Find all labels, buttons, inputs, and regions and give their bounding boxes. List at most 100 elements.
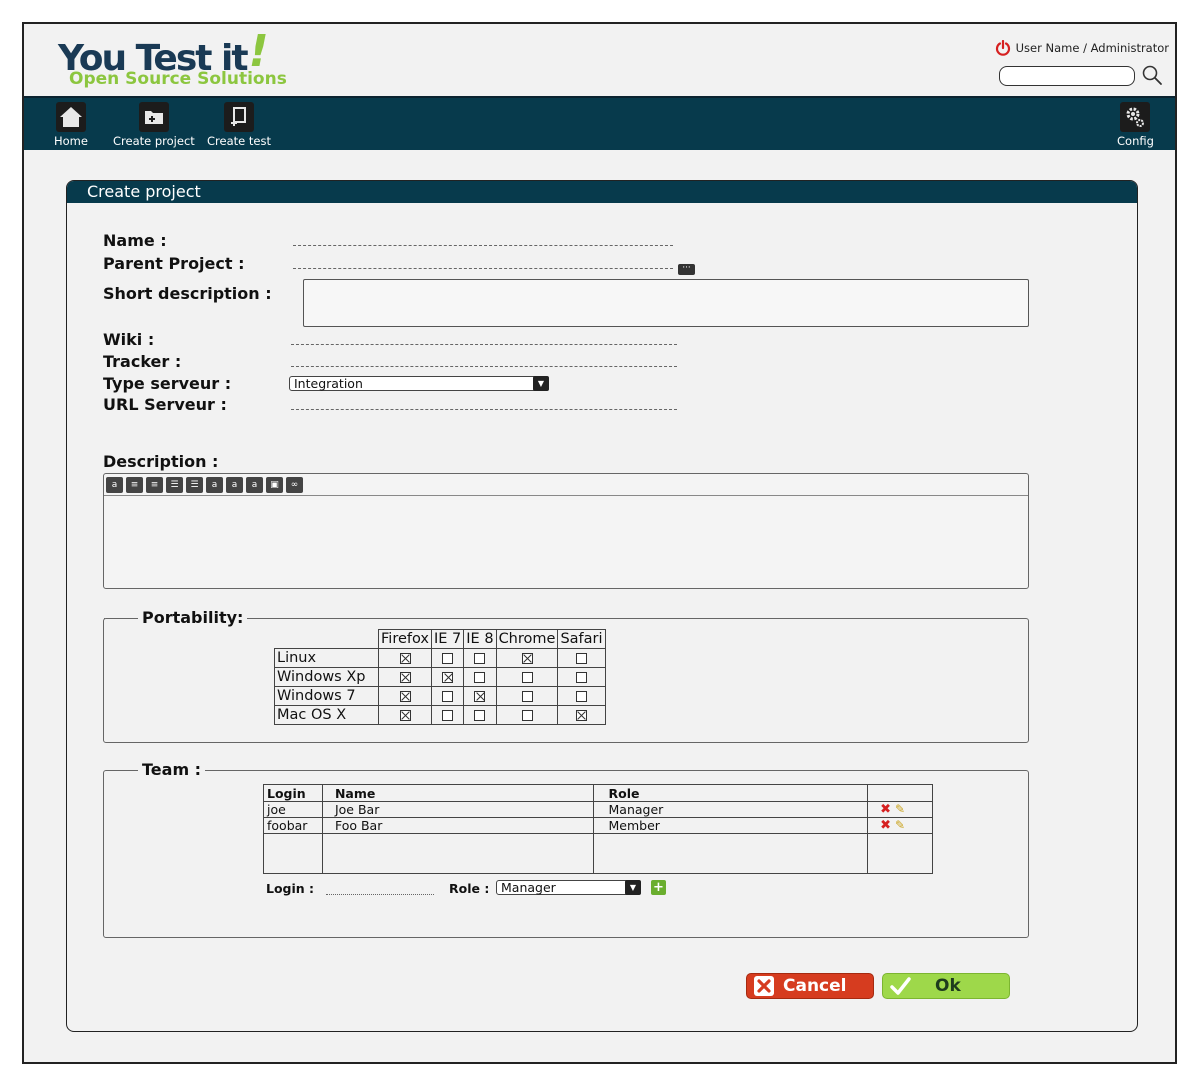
search-icon[interactable] — [1141, 64, 1163, 86]
url-serveur-field[interactable] — [291, 409, 677, 410]
tracker-label: Tracker : — [103, 352, 182, 371]
parent-project-field[interactable] — [293, 268, 673, 269]
portability-checkbox[interactable] — [474, 652, 486, 664]
portability-cell — [557, 705, 606, 725]
portability-checkbox[interactable] — [575, 709, 587, 721]
portability-cell — [463, 686, 497, 706]
portability-checkbox[interactable] — [474, 709, 486, 721]
login-field[interactable] — [326, 894, 434, 895]
home-icon — [55, 102, 86, 132]
align-left-icon[interactable]: ≡ — [126, 476, 143, 493]
portability-checkbox[interactable] — [399, 690, 411, 702]
type-serveur-value: Integration — [294, 376, 363, 391]
portability-checkbox[interactable] — [442, 690, 454, 702]
add-member-icon[interactable]: + — [651, 880, 666, 895]
link-icon[interactable]: ∞ — [286, 476, 303, 493]
description-editor[interactable]: a ≡ ≡ ☰ ☰ a a a ▣ ∞ — [103, 473, 1029, 589]
portability-cell — [430, 705, 465, 725]
member-name: Joe Bar — [321, 801, 594, 818]
cancel-button[interactable]: Cancel — [746, 973, 874, 999]
portability-cell — [378, 648, 432, 668]
type-serveur-select[interactable]: Integration ▼ — [289, 376, 549, 391]
portability-checkbox[interactable] — [521, 671, 533, 683]
member-role: Manager — [592, 801, 869, 818]
tracker-field[interactable] — [291, 366, 677, 367]
table-row[interactable]: foobar Foo Bar Member ✖ ✎ — [263, 817, 933, 834]
bullet-list-icon[interactable]: ☰ — [166, 476, 183, 493]
browser-header: Safari — [557, 629, 606, 649]
ok-label: Ok — [935, 976, 961, 996]
os-label: Windows Xp — [274, 667, 379, 687]
portability-checkbox[interactable] — [399, 652, 411, 664]
new-folder-icon — [138, 102, 169, 132]
search-input[interactable] — [999, 66, 1135, 86]
browse-parent-button[interactable]: ··· — [678, 264, 695, 275]
pencil-icon[interactable]: ✎ — [895, 802, 905, 816]
short-description-input[interactable] — [303, 279, 1029, 327]
role-header: Role — [592, 784, 869, 802]
portability-cell — [495, 648, 559, 668]
nav-home[interactable]: Home — [54, 102, 88, 148]
app-window: You Test it! Open Source Solutions User … — [22, 22, 1177, 1064]
underline-icon[interactable]: a — [226, 476, 243, 493]
nav-create-project[interactable]: Create project — [113, 102, 195, 148]
table-row[interactable]: joe Joe Bar Manager ✖ ✎ — [263, 801, 933, 818]
portability-checkbox[interactable] — [521, 690, 533, 702]
align-center-icon[interactable]: ≡ — [146, 476, 163, 493]
portability-cell — [557, 686, 606, 706]
gear-icon — [1120, 102, 1151, 132]
portability-checkbox[interactable] — [575, 671, 587, 683]
team-fieldset: Team : Login Name Role joe Joe Bar Manag… — [103, 760, 1029, 938]
portability-checkbox[interactable] — [575, 652, 587, 664]
strike-icon[interactable]: a — [246, 476, 263, 493]
name-field[interactable] — [293, 245, 673, 246]
portability-checkbox[interactable] — [474, 671, 486, 683]
empty-row — [263, 833, 933, 874]
os-label: Mac OS X — [274, 705, 379, 725]
actions-header — [867, 784, 933, 802]
nav-config[interactable]: Config — [1117, 102, 1154, 148]
portability-checkbox[interactable] — [442, 671, 454, 683]
number-list-icon[interactable]: ☰ — [186, 476, 203, 493]
portability-checkbox[interactable] — [521, 709, 533, 721]
portability-fieldset: Portability: Firefox IE 7 IE 8 Chrome Sa… — [103, 608, 1029, 743]
type-serveur-label: Type serveur : — [103, 374, 232, 393]
bold-icon[interactable]: a — [106, 476, 123, 493]
image-icon[interactable]: ▣ — [266, 476, 283, 493]
portability-cell — [495, 667, 559, 687]
name-label: Name : — [103, 231, 167, 250]
cancel-label: Cancel — [783, 976, 847, 996]
portability-cell — [430, 686, 465, 706]
pencil-icon[interactable]: ✎ — [895, 818, 905, 832]
portability-cell — [378, 686, 432, 706]
logo-subtitle: Open Source Solutions — [69, 69, 287, 89]
new-document-icon — [223, 102, 254, 132]
power-icon[interactable] — [995, 40, 1011, 56]
role-select[interactable]: Manager ▼ — [496, 880, 641, 895]
portability-cell — [378, 667, 432, 687]
portability-checkbox[interactable] — [442, 652, 454, 664]
chevron-down-icon: ▼ — [533, 376, 549, 391]
delete-icon[interactable]: ✖ — [880, 818, 891, 833]
role-select-value: Manager — [501, 880, 556, 895]
user-name: User Name / Administrator — [1015, 41, 1169, 55]
portability-checkbox[interactable] — [575, 690, 587, 702]
delete-icon[interactable]: ✖ — [880, 802, 891, 817]
portability-checkbox[interactable] — [474, 690, 486, 702]
portability-checkbox[interactable] — [399, 671, 411, 683]
portability-checkbox[interactable] — [399, 709, 411, 721]
portability-cell — [557, 667, 606, 687]
italic-icon[interactable]: a — [206, 476, 223, 493]
team-legend: Team : — [138, 760, 206, 779]
table-corner — [275, 630, 379, 649]
portability-checkbox[interactable] — [521, 652, 533, 664]
browser-header: IE 8 — [463, 629, 497, 649]
browser-header: Firefox — [378, 629, 432, 649]
wiki-field[interactable] — [291, 344, 677, 345]
portability-checkbox[interactable] — [442, 709, 454, 721]
ok-button[interactable]: Ok — [882, 973, 1010, 999]
portability-cell — [463, 667, 497, 687]
nav-create-test[interactable]: Create test — [207, 102, 271, 148]
nav-create-project-label: Create project — [113, 134, 195, 148]
portability-row: Windows Xp — [274, 667, 606, 687]
